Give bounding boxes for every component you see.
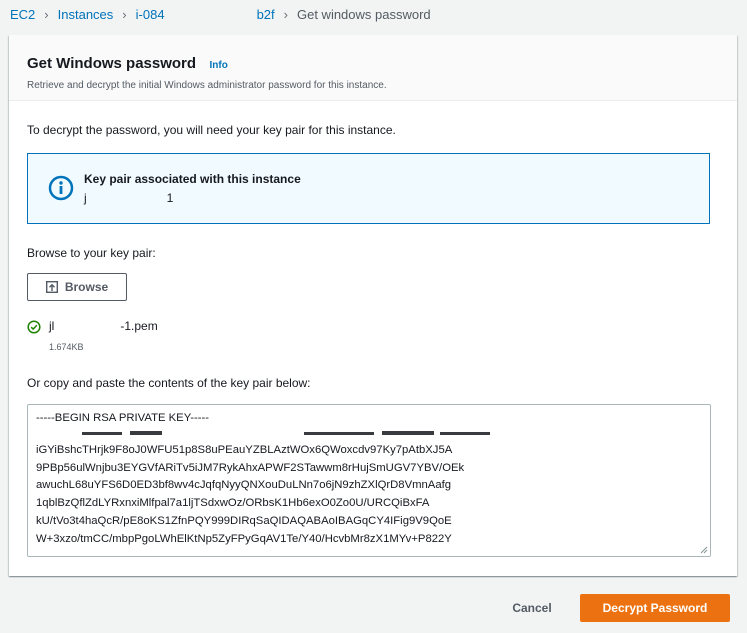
chevron-right-icon: ›: [122, 6, 127, 22]
info-circle-icon: [48, 175, 74, 201]
check-circle-icon: [27, 320, 41, 334]
paste-label: Or copy and paste the contents of the ke…: [27, 376, 311, 390]
decrypt-password-button[interactable]: Decrypt Password: [580, 594, 730, 622]
key-line: W+3xzo/tmCC/mbpPgoLWhElKtNp5ZyFPyGqAV1Te…: [36, 532, 452, 545]
redacted-region: [54, 320, 121, 330]
key-line: awuchL68uYFS6D0ED3bf8wv4cJqfqNyyQNXouDuL…: [36, 479, 452, 492]
upload-icon: [45, 281, 58, 293]
key-line: 1qblBzQflZdLYRxnxiMlfpal7a1ljTSdxwOz/ORb…: [36, 497, 430, 510]
resize-handle-icon[interactable]: [700, 546, 708, 554]
browse-button[interactable]: Browse: [27, 273, 127, 301]
breadcrumb-instance-link[interactable]: i-084 b2f: [135, 6, 275, 22]
chevron-right-icon: ›: [283, 6, 288, 22]
key-line: 9PBp56ulWnjbu3EYGVfARiTv5iJM7RykAhxAPWF2…: [36, 461, 465, 474]
panel-header: Get Windows password Info Retrieve and d…: [9, 35, 737, 101]
file-name-suffix: -1.pem: [120, 319, 158, 333]
breadcrumb-instances-link[interactable]: Instances: [58, 7, 114, 22]
chevron-right-icon: ›: [44, 6, 49, 22]
file-size: 1.674KB: [49, 342, 84, 352]
key-pair-name: j1: [84, 191, 173, 205]
key-pair-alert: Key pair associated with this instance j…: [27, 153, 710, 224]
redacted-region: [164, 6, 257, 19]
key-line: kU/tVo3t4haQcR/pE8oKS1ZfnPQY999DIRqSaQID…: [36, 514, 452, 527]
key-line-partial: [36, 428, 702, 436]
obscured-text: [82, 430, 490, 435]
browse-label: Browse to your key pair:: [27, 246, 156, 260]
cancel-button[interactable]: Cancel: [500, 596, 564, 620]
get-password-panel: Get Windows password Info Retrieve and d…: [9, 35, 737, 576]
key-line: iGYiBshcTHrjk9F8oJ0WFU51p8S8uPEauYZBLAzt…: [36, 443, 453, 456]
key-line: -----BEGIN RSA PRIVATE KEY-----: [36, 412, 210, 424]
info-link[interactable]: Info: [210, 60, 228, 71]
file-name: jl -1.pem: [49, 319, 158, 333]
alert-title: Key pair associated with this instance: [84, 172, 301, 186]
private-key-textarea[interactable]: -----BEGIN RSA PRIVATE KEY----- iGYiBshc…: [27, 404, 711, 557]
panel-description: Retrieve and decrypt the initial Windows…: [27, 80, 387, 91]
page-title: Get Windows password: [27, 55, 197, 72]
breadcrumb: EC2 › Instances › i-084 b2f › Get windows…: [10, 0, 431, 28]
browse-button-label: Browse: [64, 280, 109, 294]
intro-text: To decrypt the password, you will need y…: [27, 123, 396, 137]
breadcrumb-current: Get windows password: [296, 6, 431, 22]
instance-id-prefix: i-084: [135, 6, 165, 22]
redacted-region: [86, 192, 167, 202]
key-pair-name-suffix: 1: [166, 191, 174, 205]
breadcrumb-ec2-link[interactable]: EC2: [10, 7, 35, 22]
instance-id-suffix: b2f: [256, 6, 275, 22]
